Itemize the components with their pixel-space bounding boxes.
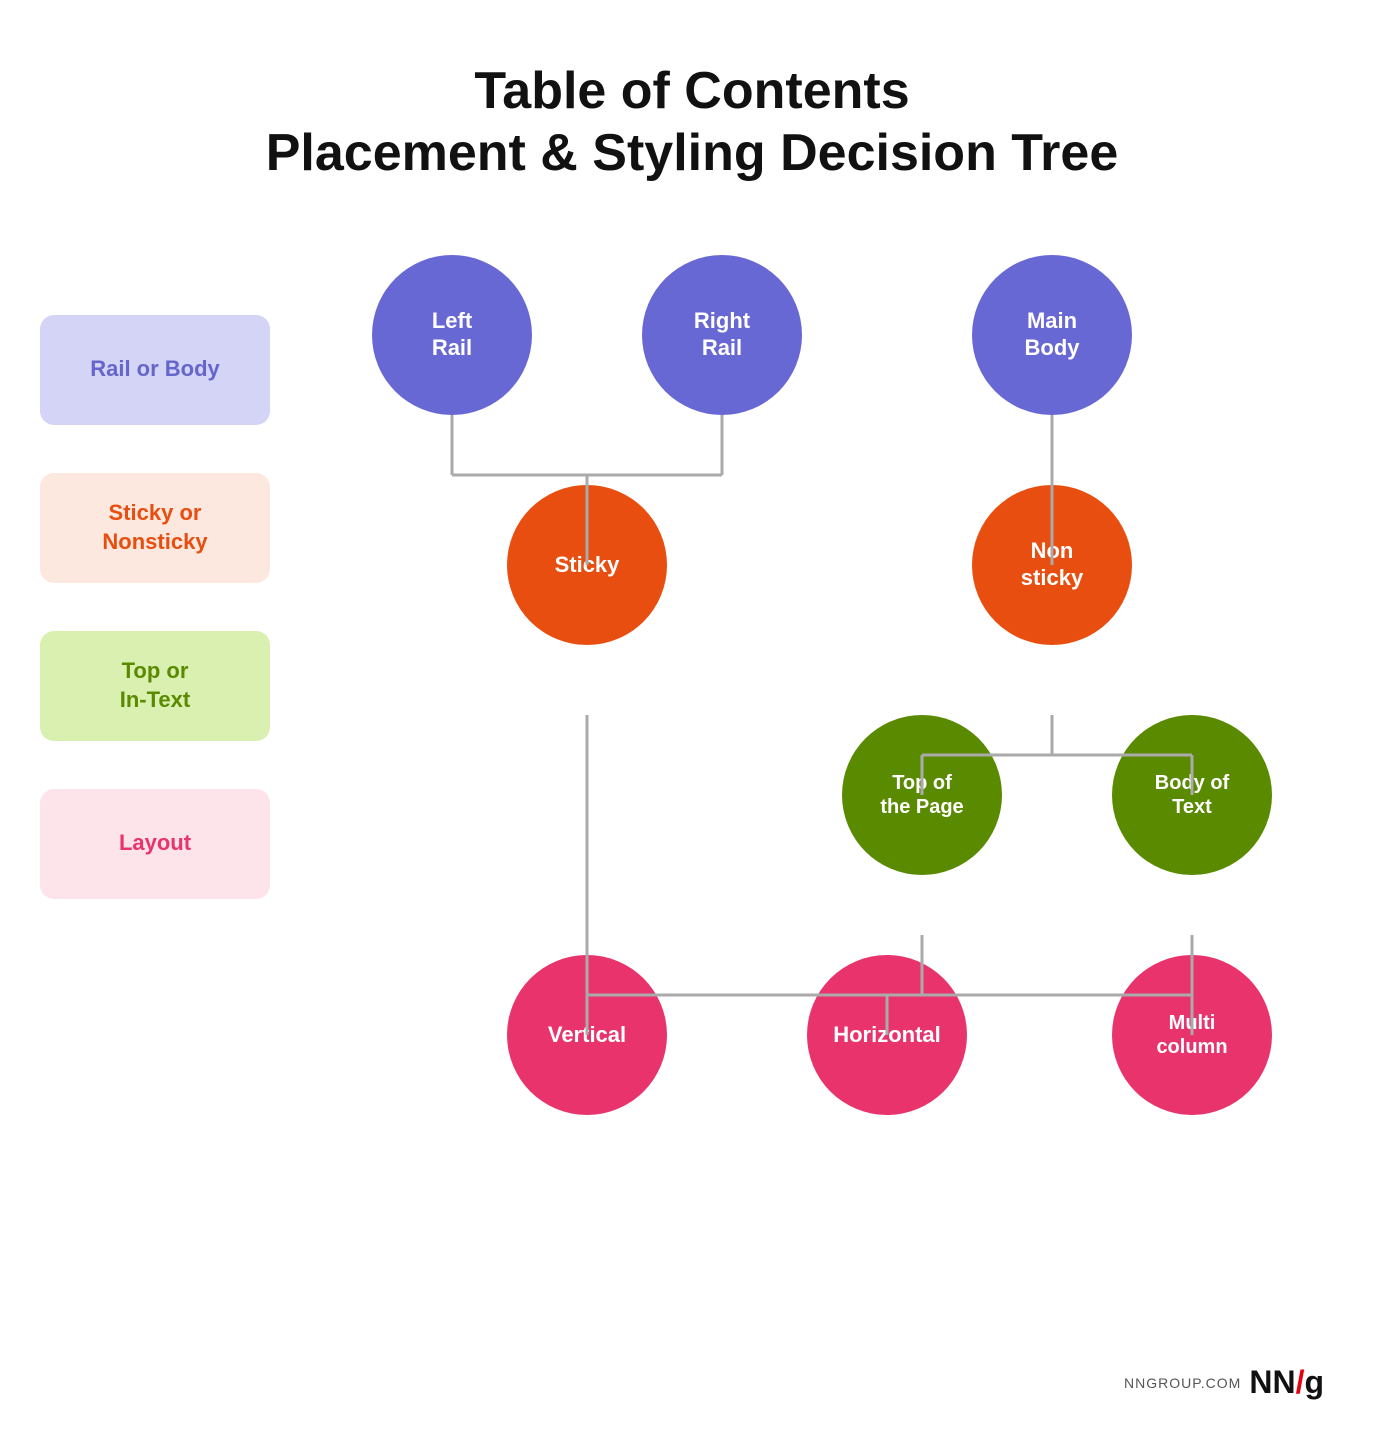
node-top-of-page: Top of the Page [842,715,1002,875]
nngroup-logo: NNGROUP.COM NN/g [1124,1364,1324,1401]
diagram-area: Rail or Body Sticky or Nonsticky Top or … [40,255,1344,1355]
legend-sticky-nonsticky: Sticky or Nonsticky [40,473,270,583]
node-non-sticky: Non sticky [972,485,1132,645]
node-sticky: Sticky [507,485,667,645]
node-left-rail: Left Rail [372,255,532,415]
nngroup-site-text: NNGROUP.COM [1124,1375,1241,1391]
page-container: Table of Contents Placement & Styling De… [0,0,1384,1441]
nngroup-brand-text: NN/g [1249,1364,1324,1401]
legend-rail-body: Rail or Body [40,315,270,425]
node-vertical: Vertical [507,955,667,1115]
node-horizontal: Horizontal [807,955,967,1115]
node-multi-column: Multi column [1112,955,1272,1115]
page-title: Table of Contents Placement & Styling De… [40,60,1344,185]
legend-layout-label: Layout [119,829,191,858]
legend-rail-body-label: Rail or Body [90,355,220,384]
legend-layout: Layout [40,789,270,899]
node-main-body: Main Body [972,255,1132,415]
title-block: Table of Contents Placement & Styling De… [40,60,1344,185]
legend-sticky-label: Sticky or Nonsticky [102,499,207,556]
node-right-rail: Right Rail [642,255,802,415]
tree-diagram: Left Rail Right Rail Main Body Sticky No… [292,255,1342,1355]
legend-top-intext-label: Top or In-Text [120,657,190,714]
legend-column: Rail or Body Sticky or Nonsticky Top or … [40,315,270,899]
node-body-of-text: Body of Text [1112,715,1272,875]
legend-top-intext: Top or In-Text [40,631,270,741]
